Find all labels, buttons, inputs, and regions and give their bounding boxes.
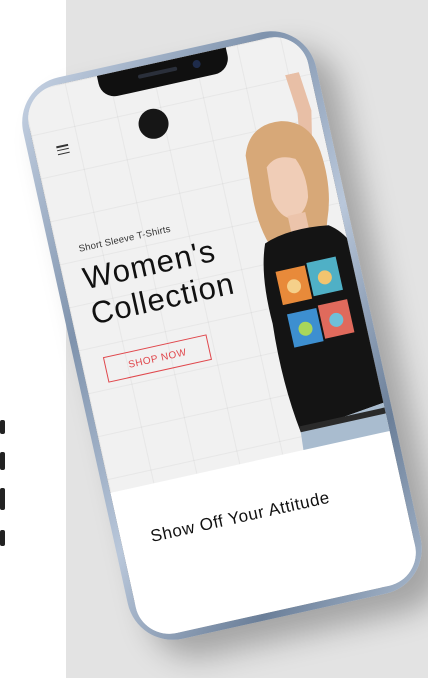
front-camera-icon [191, 59, 202, 69]
left-edge-marks [0, 0, 20, 678]
speaker-grille [137, 66, 178, 79]
